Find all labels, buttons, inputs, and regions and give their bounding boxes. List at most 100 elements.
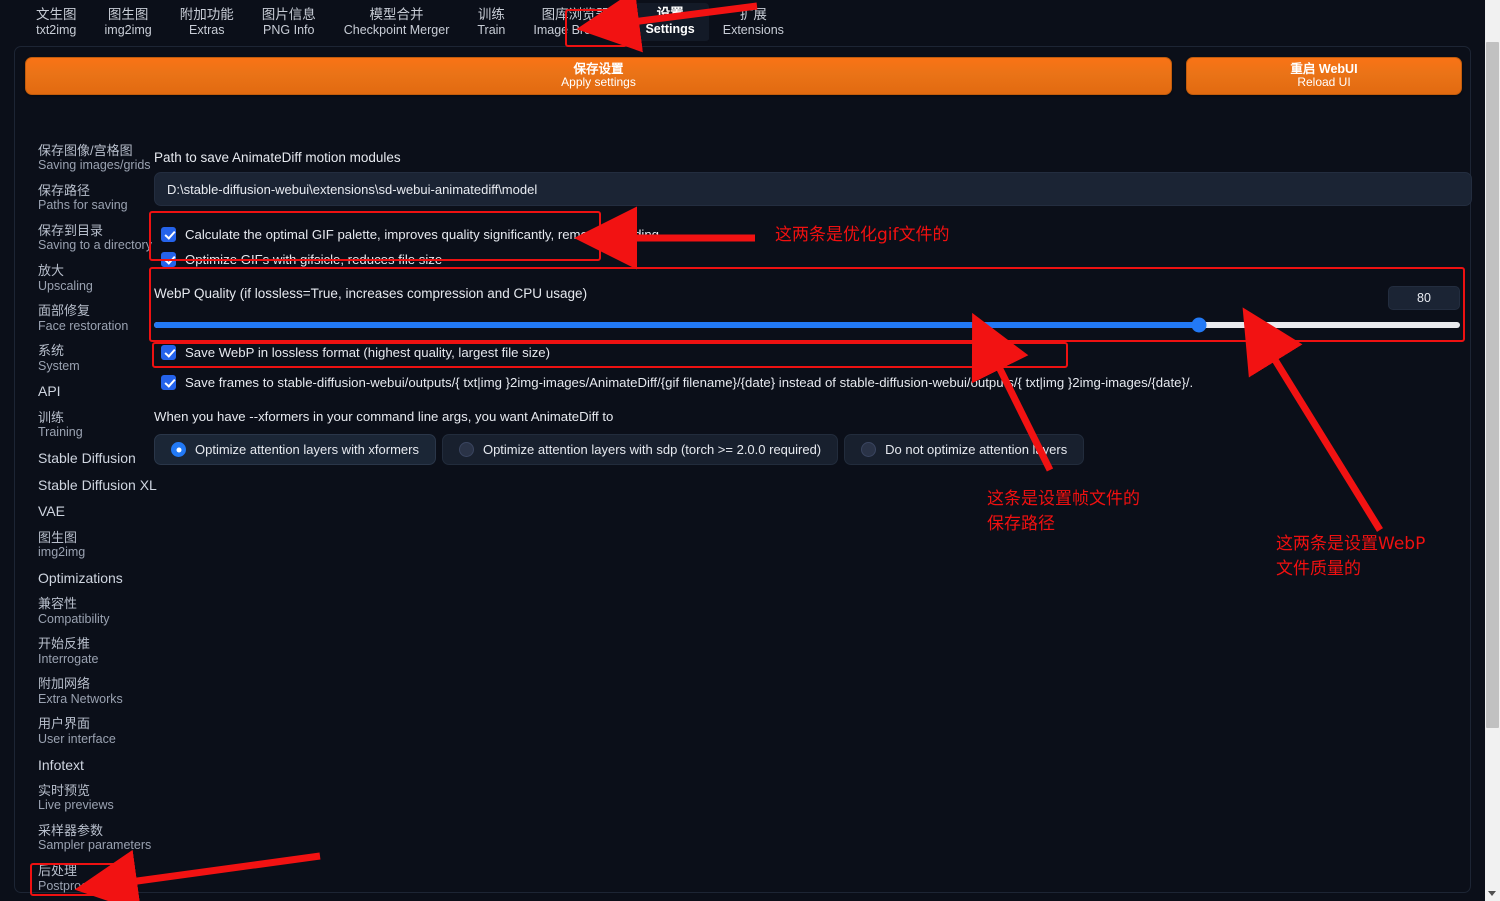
sidebar-label-en: Sampler parameters — [38, 838, 152, 853]
tab-label-en: img2img — [104, 23, 152, 38]
model-path-input[interactable]: D:\stable-diffusion-webui\extensions\sd-… — [154, 172, 1472, 206]
tab-label-en: txt2img — [36, 23, 77, 38]
sidebar-item-img2img[interactable]: 图生图 img2img — [24, 525, 142, 565]
sidebar-label-cn: 开始反推 — [38, 636, 91, 652]
tab-label-cn: 训练 — [477, 7, 505, 23]
sidebar-item-compatibility[interactable]: 兼容性 Compatibility — [24, 591, 142, 631]
settings-sidebar: 保存图像/宫格图 Saving images/grids 保存路径 Paths … — [24, 138, 157, 901]
sidebar-item-infotext[interactable]: Infotext — [24, 752, 142, 779]
radio-optimize-sdp[interactable]: Optimize attention layers with sdp (torc… — [441, 434, 839, 465]
sidebar-item-optimizations[interactable]: Optimizations — [24, 565, 142, 592]
sidebar-item-api[interactable]: API — [24, 378, 142, 405]
sidebar-item-saving-images[interactable]: 保存图像/宫格图 Saving images/grids — [24, 138, 151, 178]
scrollbar-thumb[interactable] — [1486, 42, 1499, 728]
sidebar-label-cn: 后处理 — [38, 863, 78, 879]
radio-label: Do not optimize attention layers — [885, 442, 1068, 457]
webp-lossless-checkbox[interactable] — [161, 345, 176, 360]
sidebar-label-en: Postprocessing — [38, 878, 124, 893]
radio-optimize-xformers[interactable]: Optimize attention layers with xformers — [154, 434, 436, 465]
sidebar-label-en: Stable Diffusion XL — [38, 476, 157, 493]
webp-lossless-row[interactable]: Save WebP in lossless format (highest qu… — [154, 340, 1464, 365]
sidebar-item-vae[interactable]: VAE — [24, 498, 142, 525]
model-path-label: Path to save AnimateDiff motion modules — [154, 150, 401, 165]
tab-extensions[interactable]: 扩展 Extensions — [709, 4, 798, 42]
browser-scrollbar[interactable] — [1485, 0, 1500, 901]
sidebar-item-sampler-parameters[interactable]: 采样器参数 Sampler parameters — [24, 818, 152, 858]
sidebar-label-cn: 放大 — [38, 263, 65, 279]
sidebar-label-en: Face restoration — [38, 318, 129, 333]
tab-label-cn: 图生图 — [107, 7, 149, 23]
sidebar-item-interrogate[interactable]: 开始反推 Interrogate — [24, 631, 142, 671]
radio-no-optimize[interactable]: Do not optimize attention layers — [844, 434, 1085, 465]
sidebar-label-cn: 保存到目录 — [38, 223, 104, 239]
annotation-gif: 这两条是优化gif文件的 — [775, 225, 950, 245]
gifsicle-row[interactable]: Optimize GIFs with gifsicle, reduces fil… — [154, 247, 1464, 272]
xformers-hint: When you have --xformers in your command… — [154, 409, 614, 424]
tab-label-cn: 扩展 — [739, 7, 767, 23]
sidebar-label-en: Saving images/grids — [38, 158, 151, 173]
sidebar-label-en: img2img — [38, 544, 86, 559]
settings-action-buttons: 保存设置 Apply settings 重启 WebUI Reload UI — [25, 57, 1462, 95]
tab-extras[interactable]: 附加功能 Extras — [166, 4, 248, 42]
tab-img2img[interactable]: 图生图 img2img — [91, 4, 166, 42]
radio-dot-icon — [171, 442, 186, 457]
webp-quality-track[interactable] — [154, 317, 1460, 333]
tab-label-en: PNG Info — [263, 23, 315, 38]
sidebar-label-en: Live previews — [38, 798, 114, 813]
sidebar-label-cn: 兼容性 — [38, 596, 78, 612]
sidebar-label-en: Training — [38, 425, 83, 440]
top-tab-bar: 文生图 txt2img 图生图 img2img 附加功能 Extras 图片信息… — [0, 0, 1485, 46]
sidebar-label-cn: 附加网络 — [38, 676, 91, 692]
scrollbar-down-arrow-icon[interactable] — [1488, 891, 1496, 896]
sidebar-item-postprocessing[interactable]: 后处理 Postprocessing — [24, 858, 142, 898]
gifsicle-checkbox[interactable] — [161, 252, 176, 267]
sidebar-item-live-previews[interactable]: 实时预览 Live previews — [24, 778, 142, 818]
save-frames-checkbox[interactable] — [161, 375, 176, 390]
sidebar-item-saving-to-directory[interactable]: 保存到目录 Saving to a directory — [24, 218, 152, 258]
tab-label-cn: 图库浏览器 — [541, 7, 610, 23]
sidebar-item-stable-diffusion[interactable]: Stable Diffusion — [24, 445, 142, 472]
tab-txt2img[interactable]: 文生图 txt2img — [22, 4, 91, 42]
tab-label-cn: 图片信息 — [261, 7, 316, 23]
sidebar-item-stable-diffusion-xl[interactable]: Stable Diffusion XL — [24, 472, 157, 499]
sidebar-label-cn: 采样器参数 — [38, 823, 104, 839]
sidebar-item-training[interactable]: 训练 Training — [24, 405, 142, 445]
webp-quality-header: WebP Quality (if lossless=True, increase… — [154, 286, 1460, 310]
sidebar-item-user-interface[interactable]: 用户界面 User interface — [24, 711, 142, 751]
tab-label-cn: 设置 — [656, 6, 684, 22]
radio-dot-icon — [458, 442, 474, 457]
sidebar-label-en: User interface — [38, 731, 116, 746]
annotation-webp: 这两条是设置WebP 文件质量的 — [1276, 534, 1426, 579]
tab-settings[interactable]: 设置 Settings — [631, 3, 709, 43]
sidebar-item-extra-networks[interactable]: 附加网络 Extra Networks — [24, 671, 142, 711]
sidebar-label-cn: 训练 — [38, 409, 65, 425]
sidebar-item-paths-for-saving[interactable]: 保存路径 Paths for saving — [24, 178, 142, 218]
sidebar-label-cn: 保存图像/宫格图 — [38, 143, 133, 158]
sidebar-label-cn: 面部修复 — [38, 303, 91, 319]
sidebar-label-en: Infotext — [38, 756, 84, 773]
sidebar-label-cn: 保存路径 — [38, 183, 91, 199]
webp-quality-value[interactable]: 80 — [1388, 286, 1460, 310]
tab-label-en: Train — [477, 23, 506, 38]
gif-palette-checkbox[interactable] — [161, 227, 176, 242]
sidebar-label-en: Interrogate — [38, 651, 99, 666]
tab-image-browser[interactable]: 图库浏览器 Image Browser — [519, 4, 631, 42]
sidebar-item-face-restoration[interactable]: 面部修复 Face restoration — [24, 298, 142, 338]
webp-quality-thumb[interactable] — [1191, 317, 1207, 333]
sidebar-item-upscaling[interactable]: 放大 Upscaling — [24, 258, 142, 298]
apply-settings-button[interactable]: 保存设置 Apply settings — [25, 57, 1172, 95]
sidebar-label-en: API — [38, 383, 61, 400]
tab-png-info[interactable]: 图片信息 PNG Info — [248, 4, 330, 42]
tab-checkpoint-merger[interactable]: 模型合并 Checkpoint Merger — [330, 4, 464, 42]
sidebar-label-cn: 图生图 — [38, 529, 78, 545]
sidebar-label-en: Upscaling — [38, 278, 93, 293]
gif-palette-label: Calculate the optimal GIF palette, impro… — [185, 227, 660, 242]
save-frames-row[interactable]: Save frames to stable-diffusion-webui/ou… — [154, 370, 1464, 395]
webp-quality-label: WebP Quality (if lossless=True, increase… — [154, 286, 588, 301]
gifsicle-label: Optimize GIFs with gifsicle, reduces fil… — [185, 252, 443, 267]
reload-ui-button[interactable]: 重启 WebUI Reload UI — [1186, 57, 1462, 95]
annotation-frames: 这条是设置帧文件的 保存路径 — [987, 489, 1140, 534]
webp-quality-slider-group: WebP Quality (if lossless=True, increase… — [154, 286, 1460, 333]
tab-train[interactable]: 训练 Train — [463, 4, 519, 42]
sidebar-item-system[interactable]: 系统 System — [24, 338, 142, 378]
